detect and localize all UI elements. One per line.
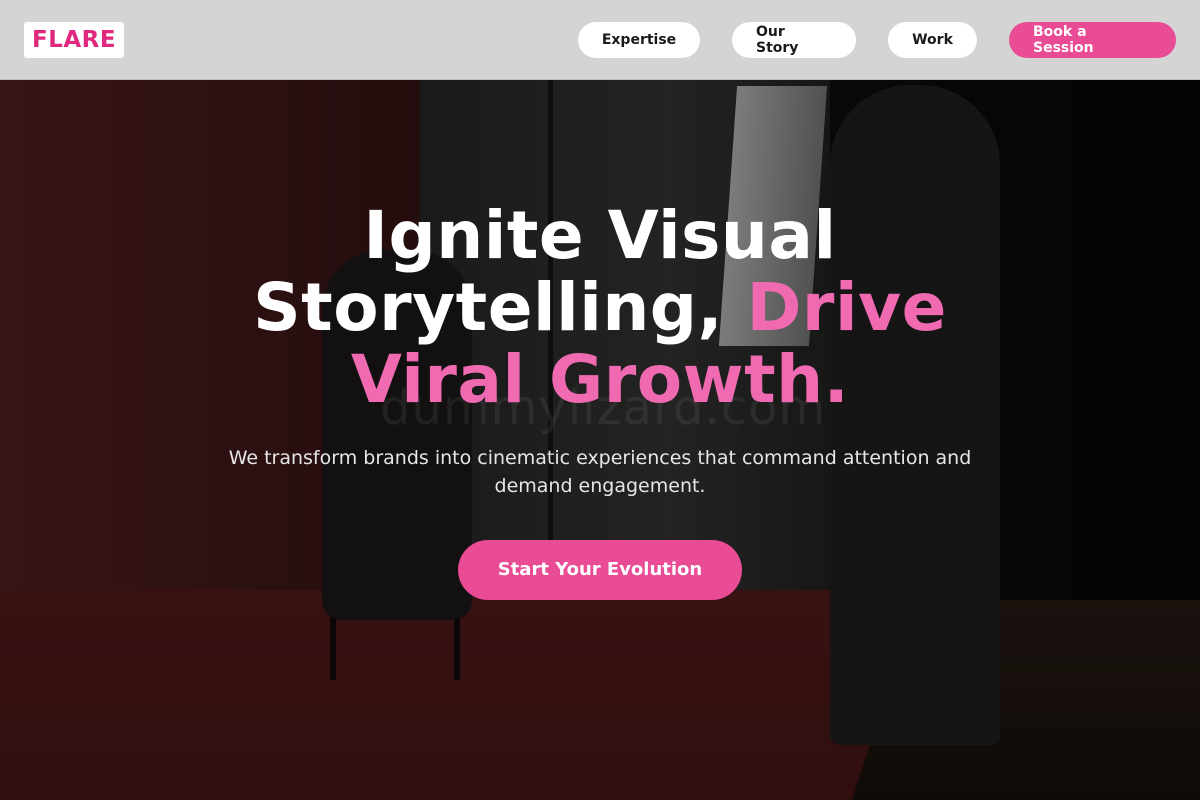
main-nav: Expertise Our Story Work Book a Session: [546, 21, 1176, 58]
headline-line-1: Ignite Visual: [363, 197, 837, 274]
nav-expertise-button[interactable]: Expertise: [578, 21, 700, 58]
landing-page: dummylizard.com FLARE Expertise Our Stor…: [0, 0, 1200, 800]
hero-section: Ignite Visual Storytelling, Drive Viral …: [0, 200, 1200, 600]
start-evolution-button[interactable]: Start Your Evolution: [458, 540, 742, 600]
hero-subtitle: We transform brands into cinematic exper…: [228, 447, 972, 497]
nav-our-story-button[interactable]: Our Story: [732, 21, 856, 58]
book-session-button[interactable]: Book a Session: [1009, 21, 1176, 58]
brand-logo[interactable]: FLARE: [24, 21, 125, 58]
headline-line-2-white: Storytelling,: [253, 269, 747, 346]
nav-work-button[interactable]: Work: [888, 21, 977, 58]
hero-headline: Ignite Visual Storytelling, Drive Viral …: [0, 200, 1200, 416]
headline-line-3-accent: Viral Growth.: [350, 341, 850, 418]
headline-line-2-accent: Drive: [746, 269, 947, 346]
site-header: FLARE Expertise Our Story Work Book a Se…: [0, 0, 1200, 80]
